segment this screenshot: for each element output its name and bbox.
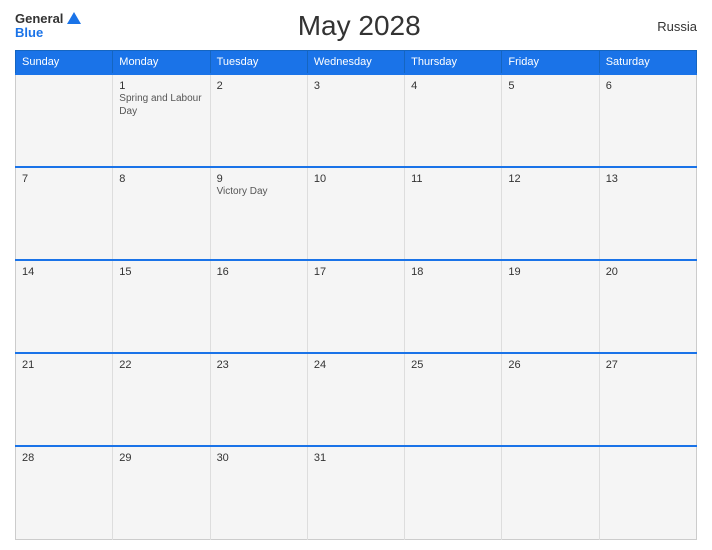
day-number: 25 xyxy=(411,359,495,371)
cell-week4-day0: 21 xyxy=(16,353,113,446)
day-number: 13 xyxy=(606,173,690,185)
cell-week1-day2: 2 xyxy=(210,74,307,167)
day-number: 30 xyxy=(217,452,301,464)
cell-week3-day4: 18 xyxy=(405,260,502,353)
day-number: 17 xyxy=(314,266,398,278)
col-tuesday: Tuesday xyxy=(210,51,307,75)
cell-week5-day2: 30 xyxy=(210,446,307,539)
day-number: 7 xyxy=(22,173,106,185)
calendar-header: Sunday Monday Tuesday Wednesday Thursday… xyxy=(16,51,697,75)
week-row-4: 21 22 23 24 25 26 27 xyxy=(16,353,697,446)
col-monday: Monday xyxy=(113,51,210,75)
cell-week2-day6: 13 xyxy=(599,167,696,260)
logo-triangle-icon xyxy=(67,12,81,24)
day-number: 19 xyxy=(508,266,592,278)
page: General Blue May 2028 Russia Sunday Mond… xyxy=(0,0,712,550)
cell-week3-day0: 14 xyxy=(16,260,113,353)
cell-week3-day3: 17 xyxy=(307,260,404,353)
cell-week5-day1: 29 xyxy=(113,446,210,539)
cell-week1-day0 xyxy=(16,74,113,167)
day-number: 21 xyxy=(22,359,106,371)
cell-week5-day4 xyxy=(405,446,502,539)
day-number: 4 xyxy=(411,80,495,92)
day-number: 11 xyxy=(411,173,495,185)
week-row-2: 7 8 9Victory Day 10 11 12 13 xyxy=(16,167,697,260)
header: General Blue May 2028 Russia xyxy=(15,10,697,42)
cell-week2-day2: 9Victory Day xyxy=(210,167,307,260)
col-thursday: Thursday xyxy=(405,51,502,75)
cell-week5-day0: 28 xyxy=(16,446,113,539)
day-number: 24 xyxy=(314,359,398,371)
cell-week2-day3: 10 xyxy=(307,167,404,260)
cell-week5-day3: 31 xyxy=(307,446,404,539)
cell-week4-day6: 27 xyxy=(599,353,696,446)
cell-week3-day2: 16 xyxy=(210,260,307,353)
day-number: 2 xyxy=(217,80,301,92)
logo-blue-text: Blue xyxy=(15,26,81,40)
cell-week3-day5: 19 xyxy=(502,260,599,353)
cell-week4-day1: 22 xyxy=(113,353,210,446)
col-saturday: Saturday xyxy=(599,51,696,75)
day-number: 14 xyxy=(22,266,106,278)
week-row-1: 1Spring and Labour Day 2 3 4 5 6 xyxy=(16,74,697,167)
cell-week1-day6: 6 xyxy=(599,74,696,167)
col-wednesday: Wednesday xyxy=(307,51,404,75)
cell-week5-day5 xyxy=(502,446,599,539)
cell-week4-day4: 25 xyxy=(405,353,502,446)
day-number: 9 xyxy=(217,173,301,185)
cell-week1-day3: 3 xyxy=(307,74,404,167)
day-number: 5 xyxy=(508,80,592,92)
day-number: 16 xyxy=(217,266,301,278)
day-event: Victory Day xyxy=(217,186,268,197)
cell-week2-day0: 7 xyxy=(16,167,113,260)
cell-week5-day6 xyxy=(599,446,696,539)
day-number: 28 xyxy=(22,452,106,464)
col-sunday: Sunday xyxy=(16,51,113,75)
day-number: 6 xyxy=(606,80,690,92)
day-number: 18 xyxy=(411,266,495,278)
day-event: Spring and Labour Day xyxy=(119,93,201,117)
logo: General Blue xyxy=(15,12,81,41)
cell-week4-day5: 26 xyxy=(502,353,599,446)
day-number: 27 xyxy=(606,359,690,371)
day-number: 31 xyxy=(314,452,398,464)
cell-week1-day5: 5 xyxy=(502,74,599,167)
cell-week4-day3: 24 xyxy=(307,353,404,446)
cell-week2-day5: 12 xyxy=(502,167,599,260)
cell-week3-day6: 20 xyxy=(599,260,696,353)
day-number: 15 xyxy=(119,266,203,278)
day-number: 10 xyxy=(314,173,398,185)
logo-general-text: General xyxy=(15,12,63,26)
day-number: 23 xyxy=(217,359,301,371)
day-number: 20 xyxy=(606,266,690,278)
calendar-table: Sunday Monday Tuesday Wednesday Thursday… xyxy=(15,50,697,540)
week-row-3: 14 15 16 17 18 19 20 xyxy=(16,260,697,353)
col-friday: Friday xyxy=(502,51,599,75)
cell-week1-day4: 4 xyxy=(405,74,502,167)
day-number: 1 xyxy=(119,80,203,92)
country-label: Russia xyxy=(637,19,697,34)
calendar-body: 1Spring and Labour Day23456789Victory Da… xyxy=(16,74,697,540)
cell-week1-day1: 1Spring and Labour Day xyxy=(113,74,210,167)
month-title: May 2028 xyxy=(81,10,637,42)
day-number: 29 xyxy=(119,452,203,464)
day-number: 26 xyxy=(508,359,592,371)
day-number: 3 xyxy=(314,80,398,92)
day-number: 22 xyxy=(119,359,203,371)
cell-week2-day1: 8 xyxy=(113,167,210,260)
day-number: 12 xyxy=(508,173,592,185)
days-of-week-row: Sunday Monday Tuesday Wednesday Thursday… xyxy=(16,51,697,75)
cell-week4-day2: 23 xyxy=(210,353,307,446)
cell-week2-day4: 11 xyxy=(405,167,502,260)
day-number: 8 xyxy=(119,173,203,185)
cell-week3-day1: 15 xyxy=(113,260,210,353)
week-row-5: 28 29 30 31 xyxy=(16,446,697,539)
